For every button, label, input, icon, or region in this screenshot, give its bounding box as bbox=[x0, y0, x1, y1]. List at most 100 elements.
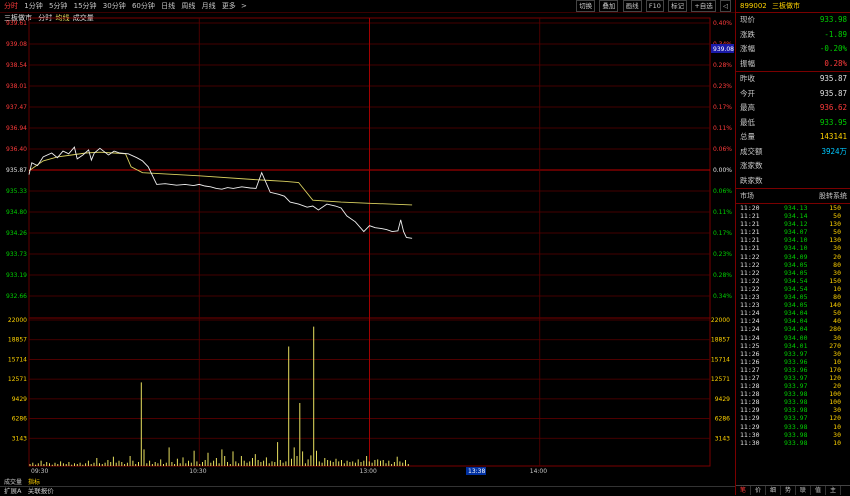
panel-tab[interactable]: 细 bbox=[766, 486, 781, 495]
tick-row: 11:22 934.05 80 bbox=[736, 261, 850, 269]
tick-price: 934.10 bbox=[784, 236, 808, 245]
quote-label: 跌家数 bbox=[740, 175, 763, 185]
quote-title: 899002 三板做市 bbox=[736, 0, 850, 13]
tick-price: 933.96 bbox=[784, 357, 808, 366]
x-axis-label: 09:30 bbox=[31, 468, 48, 475]
tick-price: 934.10 bbox=[784, 244, 808, 253]
panel-tab[interactable]: 价 bbox=[751, 486, 766, 495]
quote-value: -1.89 bbox=[824, 29, 847, 39]
quote-row: 涨家数 bbox=[736, 159, 850, 174]
quote-label: 最低 bbox=[740, 117, 755, 127]
tick-volume: 50 bbox=[833, 228, 841, 237]
tick-row: 11:28 933.98 100 bbox=[736, 398, 850, 406]
panel-tab[interactable]: 笔 bbox=[736, 486, 751, 495]
panel-tab[interactable]: 联 bbox=[796, 486, 811, 495]
intraday-chart[interactable]: 939.61 939.08 938.54 938.01 937.47 936.94 936.… bbox=[0, 0, 735, 486]
panel-tab[interactable]: 值 bbox=[811, 486, 826, 495]
price-tick-label: 933.73 bbox=[6, 251, 27, 258]
average-price-line bbox=[28, 151, 413, 206]
tick-volume: 30 bbox=[833, 430, 841, 439]
tick-row: 11:24 934.00 30 bbox=[736, 334, 850, 342]
quote-value: 143141 bbox=[819, 132, 847, 141]
tick-time: 11:22 bbox=[740, 252, 760, 261]
tick-volume: 30 bbox=[833, 268, 841, 277]
tick-row: 11:29 933.98 10 bbox=[736, 423, 850, 431]
tick-volume: 130 bbox=[829, 220, 841, 229]
tick-volume: 30 bbox=[833, 406, 841, 415]
volume-tick-label-right: 9429 bbox=[715, 396, 730, 403]
price-tick-label: 938.54 bbox=[6, 62, 27, 69]
quote-value: 3924万 bbox=[821, 146, 847, 156]
quote-label: 振幅 bbox=[740, 58, 755, 68]
pct-tick-label: 0.23% bbox=[713, 83, 732, 90]
tick-row: 11:30 933.98 30 bbox=[736, 431, 850, 439]
volume-tick-label: 12571 bbox=[8, 376, 27, 383]
quote-row: 昨收 935.87 bbox=[736, 72, 850, 87]
tick-row: 11:29 933.98 30 bbox=[736, 406, 850, 414]
tick-list[interactable]: 11:20 934.13 150 11:21 934.14 50 11:21 934.12 13… bbox=[736, 204, 850, 447]
x-axis-label: 10:30 bbox=[189, 468, 206, 475]
tick-volume: 130 bbox=[829, 236, 841, 245]
quote-value: 936.62 bbox=[819, 103, 847, 112]
tick-time: 11:30 bbox=[740, 438, 760, 447]
pct-tick-label: 0.28% bbox=[713, 272, 732, 279]
tick-time: 11:23 bbox=[740, 301, 760, 310]
quote-row: 今开 935.87 bbox=[736, 87, 850, 102]
tick-time: 11:26 bbox=[740, 357, 760, 366]
tick-time: 11:28 bbox=[740, 390, 760, 399]
tick-time: 11:21 bbox=[740, 212, 760, 221]
price-tick-label: 935.87 bbox=[6, 167, 27, 174]
price-tick-label: 938.01 bbox=[6, 83, 27, 90]
quote-row: 振幅 0.28% bbox=[736, 57, 850, 72]
tick-volume: 100 bbox=[829, 390, 841, 399]
tick-time: 11:25 bbox=[740, 341, 760, 350]
panel-tab[interactable]: 主 bbox=[826, 486, 841, 495]
tick-row: 11:22 934.54 150 bbox=[736, 277, 850, 285]
panel-tab[interactable]: 势 bbox=[781, 486, 796, 495]
tick-time: 11:27 bbox=[740, 365, 760, 374]
tick-time: 11:24 bbox=[740, 317, 760, 326]
tick-volume: 10 bbox=[833, 284, 841, 293]
pct-tick-label: 0.11% bbox=[713, 125, 732, 132]
tick-row: 11:24 934.04 50 bbox=[736, 309, 850, 317]
tick-price: 934.05 bbox=[784, 293, 808, 302]
related-quote-tab[interactable]: 关联报价 bbox=[28, 487, 54, 495]
tick-row: 11:29 933.97 120 bbox=[736, 414, 850, 422]
tick-price: 934.00 bbox=[784, 333, 808, 342]
expand-tab[interactable]: 扩展A bbox=[4, 487, 21, 495]
tick-volume: 10 bbox=[833, 357, 841, 366]
tick-price: 933.97 bbox=[784, 414, 808, 423]
indicator-label[interactable]: 指标 bbox=[28, 478, 40, 486]
volume-tick-label-right: 3143 bbox=[715, 435, 730, 442]
tick-time: 11:28 bbox=[740, 398, 760, 407]
volume-tick-label: 9429 bbox=[12, 396, 27, 403]
tick-row: 11:24 934.04 40 bbox=[736, 317, 850, 325]
quote-label: 涨跌 bbox=[740, 29, 755, 39]
tick-row: 11:22 934.09 20 bbox=[736, 253, 850, 261]
volume-tick-label: 15714 bbox=[8, 356, 27, 363]
quote-panel: 899002 三板做市 现价 933.98 涨跌 -1.89 涨幅 -0.20% 振幅 0.2… bbox=[735, 0, 850, 495]
pct-tick-label: 0.40% bbox=[713, 20, 732, 27]
pct-tick-label: 0.17% bbox=[713, 104, 732, 111]
price-tick-label: 936.94 bbox=[6, 125, 27, 132]
price-tick-label: 939.61 bbox=[6, 20, 27, 27]
tick-row: 11:26 933.96 10 bbox=[736, 358, 850, 366]
tick-price: 934.04 bbox=[784, 309, 808, 318]
volume-tick-label-right: 15714 bbox=[711, 356, 730, 363]
price-tick-label: 933.19 bbox=[6, 272, 27, 279]
tick-price: 934.54 bbox=[784, 276, 808, 285]
tick-price: 934.09 bbox=[784, 252, 808, 261]
index-title: 三板做市 bbox=[771, 2, 800, 10]
volume-tick-label-right: 12571 bbox=[711, 376, 730, 383]
tick-volume: 120 bbox=[829, 373, 841, 382]
quote-row: 涨跌 -1.89 bbox=[736, 28, 850, 43]
tick-time: 11:29 bbox=[740, 406, 760, 415]
tick-row: 11:23 934.05 140 bbox=[736, 301, 850, 309]
tick-row: 11:26 933.97 30 bbox=[736, 350, 850, 358]
volume-tick-label-right: 6286 bbox=[715, 416, 730, 423]
tick-volume: 10 bbox=[833, 422, 841, 431]
quote-label: 涨幅 bbox=[740, 44, 755, 53]
ticks-header: 市场 股转系统 bbox=[736, 189, 850, 204]
tick-row: 11:30 933.98 10 bbox=[736, 439, 850, 447]
tick-volume: 30 bbox=[833, 349, 841, 358]
